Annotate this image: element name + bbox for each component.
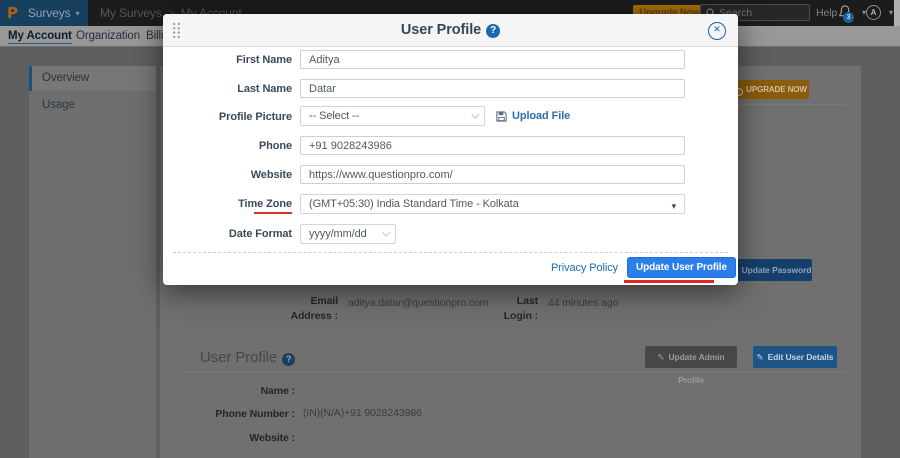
help-question-icon[interactable]: ?: [282, 353, 295, 366]
email-address-label: Email Address :: [278, 294, 338, 323]
date-format-select[interactable]: yyyy/mm/dd: [300, 224, 396, 244]
help-link[interactable]: Help: [816, 7, 837, 19]
phone-number-value: (IN)(N/A)+91 9028243986: [303, 407, 422, 419]
sidebar-item-usage[interactable]: Usage: [29, 93, 156, 118]
caret-down-icon: ▾: [672, 198, 676, 216]
modal-title-text: User Profile: [401, 22, 481, 38]
time-zone-select[interactable]: (GMT+05:30) India Standard Time - Kolkat…: [300, 194, 685, 214]
phone-input[interactable]: [300, 136, 685, 155]
product-switcher[interactable]: P Surveys ▾: [0, 0, 88, 26]
website-input[interactable]: [300, 165, 685, 184]
profile-picture-select[interactable]: -- Select --: [300, 106, 485, 126]
footer-divider: [173, 252, 728, 253]
website-label: Website :: [195, 431, 295, 446]
update-admin-profile-label: Update Admin Profile: [668, 352, 724, 385]
chevron-down-icon: [471, 110, 479, 118]
red-annotation-underline: [624, 280, 714, 283]
tab-organization[interactable]: Organization: [76, 30, 140, 42]
phone-label: Phone: [163, 140, 292, 152]
edit-icon: ✎: [757, 353, 764, 363]
date-format-label: Date Format: [163, 228, 292, 240]
product-name: Surveys: [28, 6, 71, 20]
app-window: P Surveys ▾ My Surveys>My Account Upgrad…: [0, 0, 900, 458]
last-login-label: Last Login :: [498, 294, 538, 323]
profile-picture-selected-value: -- Select --: [309, 110, 359, 122]
edit-user-details-label: Edit User Details: [768, 352, 834, 362]
phone-number-label: Phone Number :: [195, 407, 295, 422]
privacy-policy-link[interactable]: Privacy Policy: [513, 262, 618, 274]
red-annotation-underline: [254, 212, 292, 214]
update-admin-profile-button[interactable]: ✎Update Admin Profile: [645, 346, 737, 368]
floppy-disk-icon: [496, 111, 507, 122]
sidebar: Overview Usage: [29, 66, 156, 458]
modal-header: User Profile? ✕: [163, 14, 738, 47]
first-name-label: First Name: [163, 54, 292, 66]
edit-user-details-button[interactable]: ✎ Edit User Details: [753, 346, 837, 368]
chevron-down-icon: [382, 228, 390, 236]
time-zone-selected-value: (GMT+05:30) India Standard Time - Kolkat…: [309, 198, 519, 210]
last-name-label: Last Name: [163, 83, 292, 95]
website-label: Website: [163, 169, 292, 181]
first-name-input[interactable]: [300, 50, 685, 69]
edit-icon: ✎: [657, 353, 664, 363]
sidebar-item-overview[interactable]: Overview: [29, 66, 156, 91]
upload-file-link[interactable]: Upload File: [496, 110, 570, 122]
tab-my-account[interactable]: My Account: [8, 30, 72, 44]
last-name-input[interactable]: [300, 79, 685, 98]
close-icon[interactable]: ✕: [708, 22, 726, 40]
user-avatar[interactable]: A: [866, 5, 881, 20]
update-user-profile-button[interactable]: Update User Profile: [627, 257, 736, 278]
name-label: Name :: [195, 384, 295, 399]
date-format-selected-value: yyyy/mm/dd: [309, 228, 367, 240]
breadcrumb-my-surveys[interactable]: My Surveys: [100, 6, 162, 20]
notification-count-badge: 3: [843, 12, 854, 23]
profile-picture-label: Profile Picture: [163, 111, 292, 123]
user-profile-section-title: User Profile?: [200, 349, 295, 366]
upload-file-label: Upload File: [512, 110, 570, 122]
chevron-down-icon: ▾: [76, 9, 80, 18]
last-login-value: 44 minutes ago: [548, 297, 618, 309]
email-address-value: aditya.datar@questionpro.com: [348, 297, 488, 309]
time-zone-label: Time Zone: [163, 198, 292, 210]
user-profile-section-label: User Profile: [200, 349, 277, 366]
questionpro-logo-icon: P: [7, 4, 18, 22]
update-password-label: Update Password: [742, 265, 812, 275]
modal-title: User Profile?: [163, 14, 738, 47]
update-password-button[interactable]: ✎Update Password: [730, 259, 812, 281]
divider: [180, 372, 845, 373]
chevron-down-icon[interactable]: ▾: [889, 8, 893, 17]
upgrade-now-cta-button[interactable]: ↑UPGRADE NOW: [733, 80, 809, 99]
upgrade-now-cta-label: UPGRADE NOW: [746, 85, 807, 94]
help-question-icon[interactable]: ?: [486, 24, 500, 38]
user-profile-modal: User Profile? ✕ First Name Last Name Pro…: [163, 14, 738, 285]
